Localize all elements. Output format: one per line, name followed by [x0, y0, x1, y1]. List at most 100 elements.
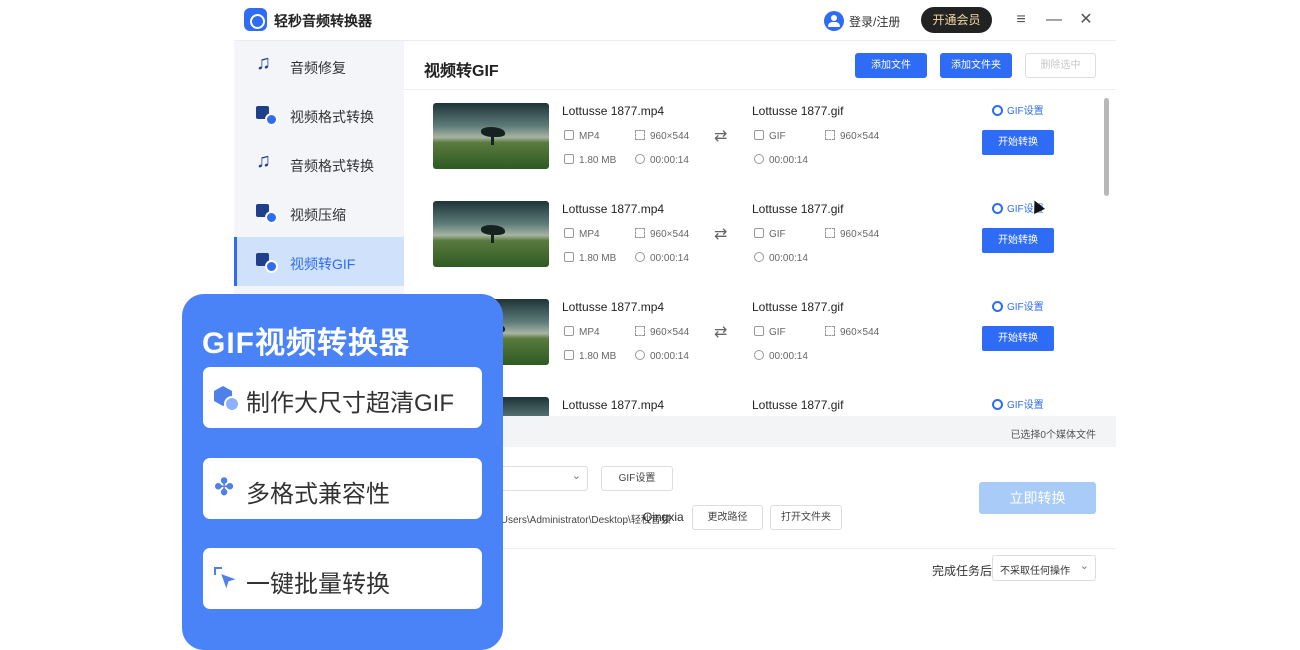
format-icon: [754, 228, 764, 238]
shuffle-arrow-icon: ⇄: [714, 324, 728, 341]
music-note-icon: [256, 52, 276, 75]
video-gif-icon: [256, 251, 278, 273]
format-icon: [754, 130, 764, 140]
delete-selected-button[interactable]: 删除选中: [1025, 53, 1096, 78]
shuffle-arrow-icon: ⇄: [714, 128, 728, 145]
menu-icon[interactable]: ≡: [1011, 10, 1031, 30]
path-overlay-text: Qingxia: [643, 510, 684, 524]
start-convert-button[interactable]: 开始转换: [982, 228, 1054, 253]
open-folder-button[interactable]: 打开文件夹: [770, 505, 842, 530]
feature-card: 多格式兼容性: [203, 458, 482, 519]
resolution-icon: [635, 130, 645, 140]
source-file-name: Lottusse 1877.mp4: [562, 398, 665, 412]
format-icon: [754, 326, 764, 336]
source-resolution: 960×544: [635, 228, 689, 240]
source-duration: 00:00:14: [635, 154, 689, 166]
source-size: 1.80 MB: [564, 252, 616, 264]
sidebar-item-label: 音频格式转换: [290, 158, 374, 174]
resolution-icon: [635, 228, 645, 238]
resolution-icon: [825, 130, 835, 140]
list-scrollbar[interactable]: [1104, 98, 1109, 196]
change-path-button[interactable]: 更改路径: [692, 505, 763, 530]
output-resolution: 960×544: [825, 228, 879, 240]
feature-label: 制作大尺寸超清GIF: [246, 390, 454, 417]
after-task-label: 完成任务后: [932, 564, 993, 578]
resolution-icon: [825, 326, 835, 336]
source-size: 1.80 MB: [564, 350, 616, 362]
promo-title: GIF视频转换器: [202, 327, 410, 360]
divider: [404, 548, 1116, 549]
file-icon: [564, 350, 574, 360]
gear-icon: [992, 105, 1003, 116]
source-file-name: Lottusse 1877.mp4: [562, 300, 665, 314]
login-link[interactable]: 登录/注册: [849, 13, 900, 30]
output-file-name: Lottusse 1877.gif: [752, 300, 844, 314]
user-avatar-icon[interactable]: [824, 11, 844, 31]
output-duration: 00:00:14: [754, 350, 808, 362]
cube-icon: [214, 386, 240, 412]
convert-now-button[interactable]: 立即转换: [979, 482, 1096, 514]
sidebar-item-label: 视频转GIF: [290, 256, 356, 272]
add-folder-button[interactable]: 添加文件夹: [940, 53, 1012, 78]
source-format: MP4: [564, 228, 600, 240]
vip-button[interactable]: 开通会员: [921, 7, 992, 33]
output-file-name: Lottusse 1877.gif: [752, 104, 844, 118]
start-convert-button[interactable]: 开始转换: [982, 326, 1054, 351]
sidebar-item-label: 视频格式转换: [290, 109, 374, 125]
clock-icon: [754, 252, 764, 262]
clock-icon: [635, 252, 645, 262]
start-convert-button[interactable]: 开始转换: [982, 130, 1054, 155]
video-convert-icon: [256, 104, 278, 126]
output-format-select[interactable]: [494, 466, 588, 491]
clock-icon: [754, 154, 764, 164]
file-icon: [564, 154, 574, 164]
source-resolution: 960×544: [635, 130, 689, 142]
source-format: MP4: [564, 130, 600, 142]
source-file-name: Lottusse 1877.mp4: [562, 104, 665, 118]
selected-count: 已选择0个媒体文件: [1010, 430, 1096, 441]
video-thumbnail: [433, 201, 549, 267]
gif-settings-link[interactable]: GIF设置: [992, 396, 1044, 411]
output-resolution: 960×544: [825, 326, 879, 338]
source-duration: 00:00:14: [635, 252, 689, 264]
sidebar-item-label: 音频修复: [290, 60, 346, 76]
gif-settings-link[interactable]: GIF设置: [992, 102, 1044, 117]
clock-icon: [635, 154, 645, 164]
feature-label: 多格式兼容性: [246, 481, 390, 508]
app-logo-icon: [244, 8, 267, 31]
format-icon: [564, 326, 574, 336]
source-file-name: Lottusse 1877.mp4: [562, 202, 665, 216]
format-icon: [564, 130, 574, 140]
title-bar: 轻秒音频转换器 登录/注册 开通会员 ≡ — ✕: [234, 0, 1116, 41]
close-icon[interactable]: ✕: [1076, 10, 1096, 30]
minimize-icon[interactable]: —: [1044, 10, 1064, 30]
sidebar-item-video-gif[interactable]: 视频转GIF: [234, 237, 404, 286]
resolution-icon: [825, 228, 835, 238]
file-icon: [564, 252, 574, 262]
clover-icon: [214, 473, 238, 502]
sidebar-item-video-compress[interactable]: 视频压缩: [234, 188, 404, 237]
resolution-icon: [635, 326, 645, 336]
file-list: Lottusse 1877.mp4 MP4 960×544 1.80 MB 00…: [404, 89, 1116, 416]
source-size: 1.80 MB: [564, 154, 616, 166]
list-item: Lottusse 1877.mp4 MP4 960×544 1.80 MB 00…: [404, 286, 1104, 384]
source-duration: 00:00:14: [635, 350, 689, 362]
list-item: Lottusse 1877.mp4 MP4 960×544 1.80 MB 00…: [404, 90, 1104, 188]
promo-card: GIF视频转换器 制作大尺寸超清GIF 多格式兼容性 一键批量转换: [182, 294, 503, 650]
after-task-select[interactable]: 不采取任何操作: [992, 555, 1096, 581]
shuffle-arrow-icon: ⇄: [714, 226, 728, 243]
add-file-button[interactable]: 添加文件: [855, 53, 927, 78]
list-item: Lottusse 1877.mp4 MP4 960×544 1.80 MB 00…: [404, 188, 1104, 286]
sidebar-item-audio-convert[interactable]: 音频格式转换: [234, 139, 404, 188]
page-title: 视频转GIF: [424, 63, 499, 80]
output-format: GIF: [754, 130, 786, 142]
gif-settings-button[interactable]: GIF设置: [601, 466, 673, 491]
gear-icon: [992, 301, 1003, 312]
gif-settings-link[interactable]: GIF设置: [992, 298, 1044, 313]
output-file-name: Lottusse 1877.gif: [752, 398, 844, 412]
app-title: 轻秒音频转换器: [274, 13, 372, 29]
sidebar-item-video-convert[interactable]: 视频格式转换: [234, 90, 404, 139]
source-format: MP4: [564, 326, 600, 338]
output-format: GIF: [754, 326, 786, 338]
sidebar-item-audio-repair[interactable]: 音频修复: [234, 41, 404, 90]
